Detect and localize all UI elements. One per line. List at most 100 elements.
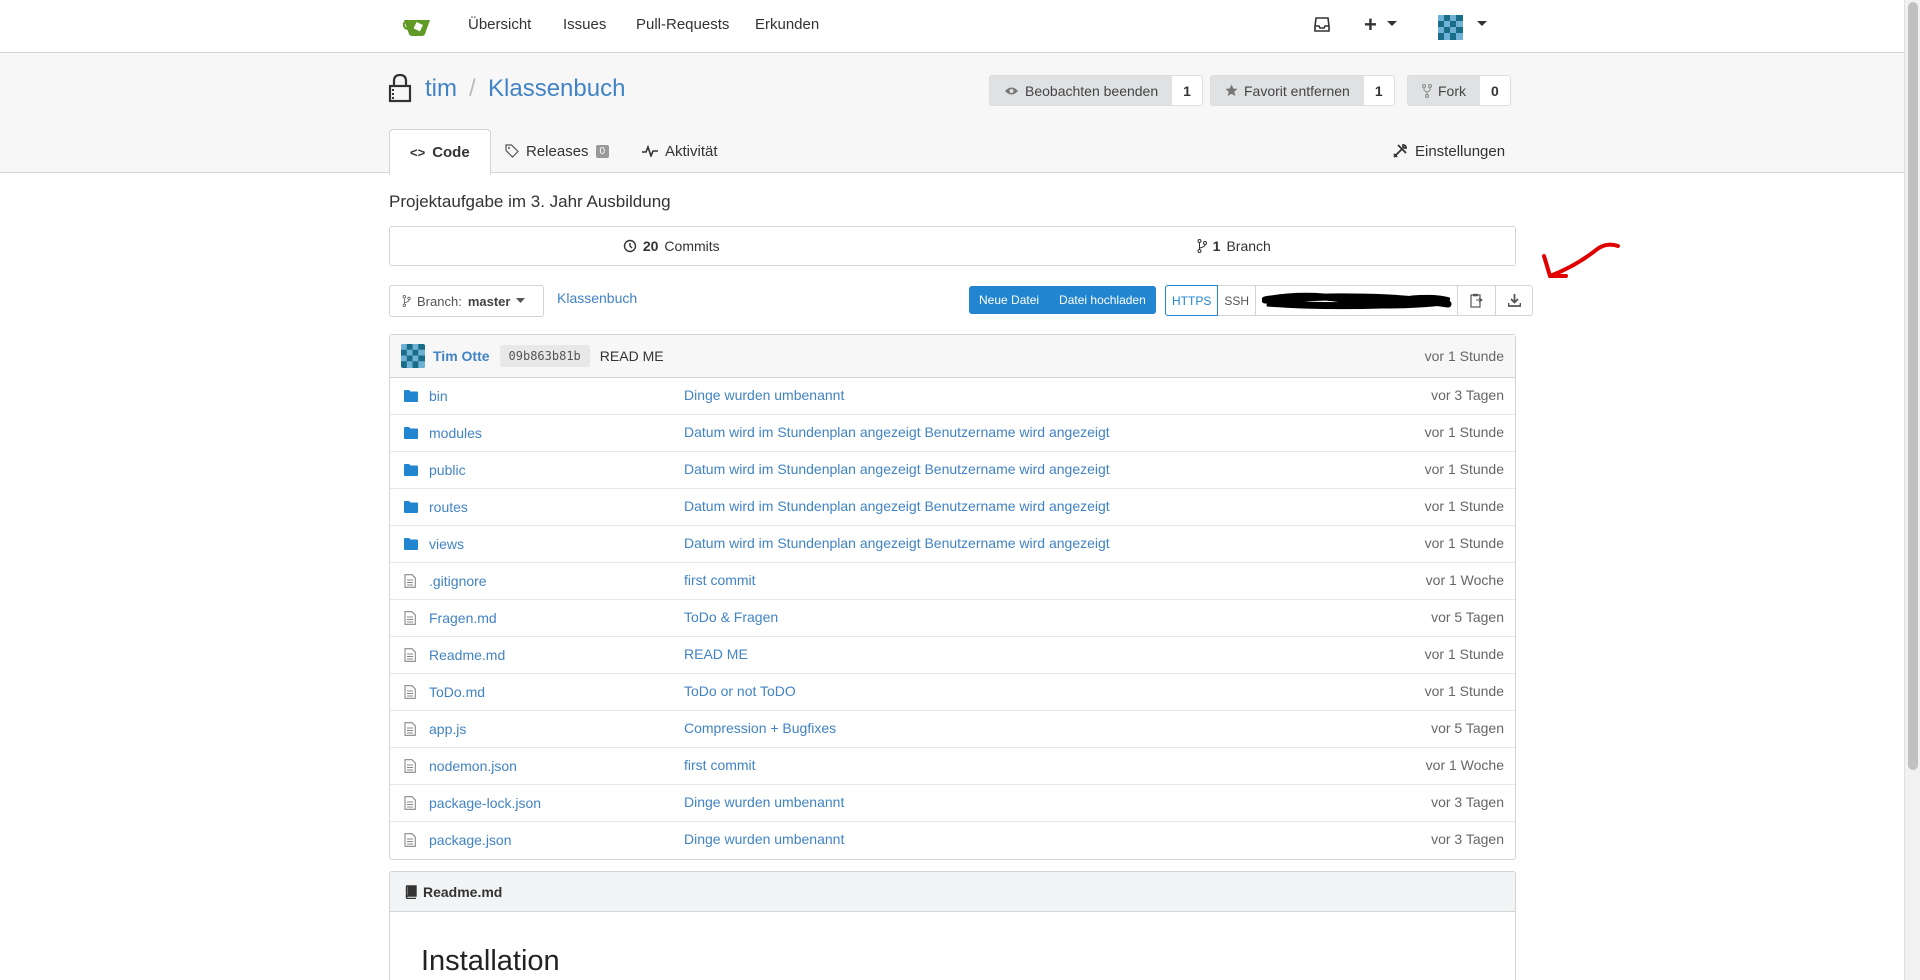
- file-icon: [404, 759, 416, 776]
- star-button-group: Favorit entfernen 1: [1210, 75, 1395, 106]
- file-commit-message-link[interactable]: Dinge wurden umbenannt: [684, 387, 844, 403]
- file-name-link[interactable]: Readme.md: [429, 647, 505, 663]
- tools-icon: [1393, 144, 1407, 158]
- file-name-link[interactable]: routes: [429, 499, 468, 515]
- commit-sha-link[interactable]: 09b863b81b: [499, 345, 590, 367]
- tab-code[interactable]: <> Code: [389, 129, 491, 175]
- download-button[interactable]: [1495, 286, 1532, 315]
- upload-file-button[interactable]: Datei hochladen: [1049, 286, 1156, 314]
- repo-name-link[interactable]: Klassenbuch: [488, 75, 625, 103]
- file-commit-age: vor 5 Tagen: [1431, 609, 1504, 625]
- file-name-link[interactable]: public: [429, 462, 466, 478]
- new-file-button[interactable]: Neue Datei: [969, 286, 1049, 314]
- file-row: views Datum wird im Stundenplan angezeigt…: [390, 526, 1515, 563]
- fork-button[interactable]: Fork: [1408, 76, 1480, 105]
- plus-icon: +: [1364, 12, 1377, 37]
- file-commit-age: vor 1 Woche: [1425, 757, 1504, 773]
- file-name-link[interactable]: ToDo.md: [429, 684, 485, 700]
- file-name-link[interactable]: package.json: [429, 832, 512, 848]
- chevron-down-icon[interactable]: [1476, 15, 1488, 35]
- branches-link[interactable]: 1 Branch: [953, 227, 1516, 265]
- file-row: routes Datum wird im Stundenplan angezeig…: [390, 489, 1515, 526]
- file-commit-age: vor 1 Stunde: [1424, 683, 1504, 699]
- create-new-menu[interactable]: +: [1364, 12, 1377, 38]
- tab-releases[interactable]: Releases 0: [505, 129, 610, 173]
- scrollbar-thumb[interactable]: [1908, 2, 1918, 770]
- file-commit-message-link[interactable]: Datum wird im Stundenplan angezeigt Benu…: [684, 424, 1110, 440]
- file-commit-message-link[interactable]: Compression + Bugfixes: [684, 720, 836, 736]
- file-name-link[interactable]: .gitignore: [429, 573, 487, 589]
- author-avatar[interactable]: [401, 344, 425, 368]
- tab-settings[interactable]: Einstellungen: [1392, 129, 1505, 173]
- forks-count[interactable]: 0: [1480, 76, 1510, 105]
- file-name-link[interactable]: package-lock.json: [429, 795, 541, 811]
- file-row: package-lock.json Dinge wurden umbenannt v…: [390, 785, 1515, 822]
- user-avatar[interactable]: [1438, 15, 1463, 44]
- tab-activity[interactable]: Aktivität: [642, 129, 718, 173]
- file-commit-age: vor 1 Stunde: [1424, 424, 1504, 440]
- commits-label: Commits: [664, 238, 720, 254]
- nav-issues[interactable]: Issues: [563, 16, 606, 33]
- repo-header: tim / Klassenbuch Beobachten beenden 1 F…: [0, 53, 1904, 175]
- file-commit-message-link[interactable]: ToDo or not ToDO: [684, 683, 796, 699]
- file-commit-message-link[interactable]: first commit: [684, 757, 756, 773]
- file-row: .gitignore first commit vor 1 Woche: [390, 563, 1515, 600]
- copy-url-button[interactable]: [1458, 286, 1495, 315]
- nav-pull-requests[interactable]: Pull-Requests: [636, 16, 729, 33]
- file-icon: [404, 833, 416, 850]
- file-icon: [404, 611, 416, 628]
- commits-link[interactable]: 20 Commits: [390, 227, 953, 265]
- top-navbar: Übersicht Issues Pull-Requests Erkunden …: [0, 0, 1904, 53]
- repo-owner-link[interactable]: tim: [425, 75, 457, 103]
- fork-icon: [1422, 83, 1432, 98]
- watchers-count[interactable]: 1: [1172, 76, 1202, 105]
- file-name-link[interactable]: modules: [429, 425, 482, 441]
- file-commit-message-link[interactable]: READ ME: [684, 646, 748, 662]
- gitea-logo-icon[interactable]: [403, 14, 431, 38]
- unstar-button[interactable]: Favorit entfernen: [1211, 76, 1364, 105]
- file-icon: [404, 796, 416, 813]
- file-commit-age: vor 1 Stunde: [1424, 646, 1504, 662]
- folder-icon: [404, 426, 418, 442]
- clone-url-field[interactable]: [1255, 286, 1459, 315]
- commits-count: 20: [642, 238, 659, 254]
- file-commit-message-link[interactable]: Datum wird im Stundenplan angezeigt Benu…: [684, 535, 1110, 551]
- tab-settings-label: Einstellungen: [1415, 142, 1506, 160]
- file-commit-message-link[interactable]: Datum wird im Stundenplan angezeigt Benu…: [684, 498, 1110, 514]
- file-commit-age: vor 3 Tagen: [1431, 387, 1504, 403]
- file-name-link[interactable]: Fragen.md: [429, 610, 497, 626]
- file-commit-age: vor 3 Tagen: [1431, 831, 1504, 847]
- file-row: bin Dinge wurden umbenannt vor 3 Tagen: [390, 378, 1515, 415]
- file-commit-message-link[interactable]: Datum wird im Stundenplan angezeigt Benu…: [684, 461, 1110, 477]
- inbox-icon[interactable]: [1314, 17, 1330, 36]
- chevron-down-icon[interactable]: [1386, 15, 1398, 35]
- branch-name: master: [467, 293, 511, 309]
- https-toggle[interactable]: HTTPS: [1165, 285, 1219, 316]
- readme-heading: Installation: [421, 945, 560, 977]
- branch-selector[interactable]: Branch: master: [389, 285, 544, 317]
- redacted-scribble: [1261, 292, 1452, 309]
- clipboard-icon: [1470, 293, 1484, 308]
- file-name-link[interactable]: bin: [429, 388, 448, 404]
- file-row: Fragen.md ToDo & Fragen vor 5 Tagen: [390, 600, 1515, 637]
- file-commit-message-link[interactable]: ToDo & Fragen: [684, 609, 778, 625]
- nav-overview[interactable]: Übersicht: [468, 16, 531, 33]
- stars-count[interactable]: 1: [1363, 76, 1394, 105]
- file-commit-message-link[interactable]: first commit: [684, 572, 756, 588]
- nav-explore[interactable]: Erkunden: [755, 16, 819, 33]
- file-name-link[interactable]: app.js: [429, 721, 466, 737]
- file-commit-message-link[interactable]: Dinge wurden umbenannt: [684, 794, 844, 810]
- commit-author-link[interactable]: Tim Otte: [433, 348, 490, 364]
- breadcrumb-repo[interactable]: Klassenbuch: [557, 290, 637, 306]
- ssh-toggle[interactable]: SSH: [1218, 286, 1255, 315]
- page-scrollbar[interactable]: [1904, 0, 1920, 980]
- file-row: Readme.md READ ME vor 1 Stunde: [390, 637, 1515, 674]
- folder-icon: [404, 500, 418, 516]
- file-name-link[interactable]: nodemon.json: [429, 758, 517, 774]
- annotation-arrow: [1542, 242, 1620, 278]
- unwatch-button[interactable]: Beobachten beenden: [990, 76, 1173, 105]
- repo-description: Projektaufgabe im 3. Jahr Ausbildung: [389, 192, 671, 211]
- file-name-link[interactable]: views: [429, 536, 464, 552]
- readme-panel: Readme.md Installation: [389, 871, 1516, 980]
- file-commit-message-link[interactable]: Dinge wurden umbenannt: [684, 831, 844, 847]
